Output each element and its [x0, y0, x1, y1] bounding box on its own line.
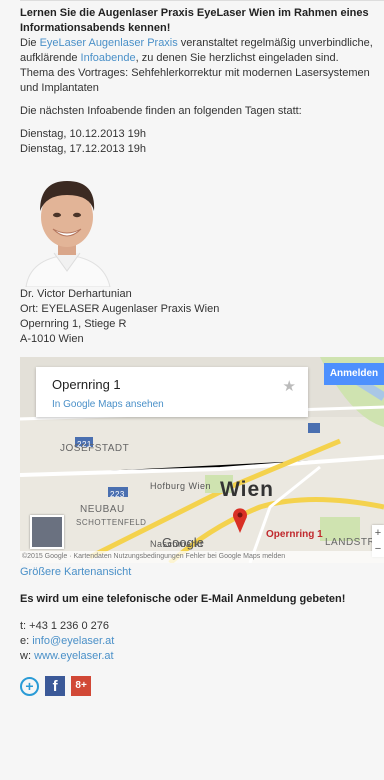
phone: t: +43 1 236 0 276 — [20, 620, 109, 632]
pin-label: Opernring 1 — [266, 529, 323, 540]
web-line: w: www.eyelaser.at — [20, 650, 114, 662]
zoom-in-icon[interactable]: + — [372, 525, 384, 541]
star-icon[interactable]: ★ — [283, 379, 296, 394]
dates-intro: Die nächsten Infoabende finden an folgen… — [20, 105, 302, 117]
label-schottenfeld: SCHOTTENFELD — [76, 518, 147, 527]
road-221: 221 — [77, 440, 92, 449]
doctor-name: Dr. Victor Derhartunian — [20, 288, 132, 300]
place-title: Opernring 1 — [52, 377, 121, 392]
google-plus-button[interactable]: 8+ — [71, 676, 92, 696]
view-in-google-maps-link[interactable]: In Google Maps ansehen — [52, 397, 164, 412]
email-link[interactable]: info@eyelaser.at — [32, 635, 114, 647]
google-logo: Google — [162, 535, 204, 550]
street: Opernring 1, Stiege R — [20, 318, 127, 330]
website-link[interactable]: www.eyelaser.at — [34, 650, 113, 662]
email-line: e: info@eyelaser.at — [20, 635, 115, 647]
map-footer: ©2015 Google · Kartendaten Nutzungsbedin… — [20, 551, 384, 563]
intro-paragraph: Die EyeLaser Augenlaser Praxis veranstal… — [20, 37, 373, 64]
addthis-button[interactable]: + — [20, 676, 39, 696]
intro-heading: Lernen Sie die Augenlaser Praxis EyeLase… — [20, 7, 369, 34]
praxis-link[interactable]: EyeLaser Augenlaser Praxis — [40, 37, 178, 49]
signin-button[interactable]: Anmelden — [324, 363, 384, 385]
infoabende-link[interactable]: Infoabende — [81, 52, 136, 64]
larger-map-link[interactable]: Größere Kartenansicht — [20, 565, 384, 580]
doctor-photo — [20, 167, 114, 287]
label-landstrasse: LANDSTR — [325, 537, 376, 548]
social-bar: + f 8+ — [20, 676, 384, 696]
location: Ort: EYELASER Augenlaser Praxis Wien — [20, 303, 220, 315]
label-wien: Wien — [220, 478, 274, 501]
register-heading: Es wird um eine telefonische oder E-Mail… — [20, 593, 346, 605]
place-card: Opernring 1 In Google Maps ansehen ★ — [36, 367, 308, 417]
label-hofburg: Hofburg Wien — [150, 481, 212, 491]
topic-text: Thema des Vortrages: Sehfehlerkorrektur … — [20, 67, 370, 94]
content: Lernen Sie die Augenlaser Praxis EyeLase… — [20, 0, 384, 696]
date-2: Dienstag, 17.12.2013 19h — [20, 143, 146, 155]
satellite-toggle[interactable] — [30, 515, 64, 549]
date-1: Dienstag, 10.12.2013 19h — [20, 128, 146, 140]
city: A-1010 Wien — [20, 333, 84, 345]
road-223: 223 — [110, 490, 125, 499]
label-josefstadt: JOSEFSTADT — [60, 443, 130, 454]
google-map[interactable]: JOSEFSTADT 221 223 NEUBAU SCHOTTENFELD H… — [20, 357, 384, 563]
facebook-button[interactable]: f — [45, 676, 66, 696]
map-pin-icon[interactable] — [232, 507, 248, 533]
